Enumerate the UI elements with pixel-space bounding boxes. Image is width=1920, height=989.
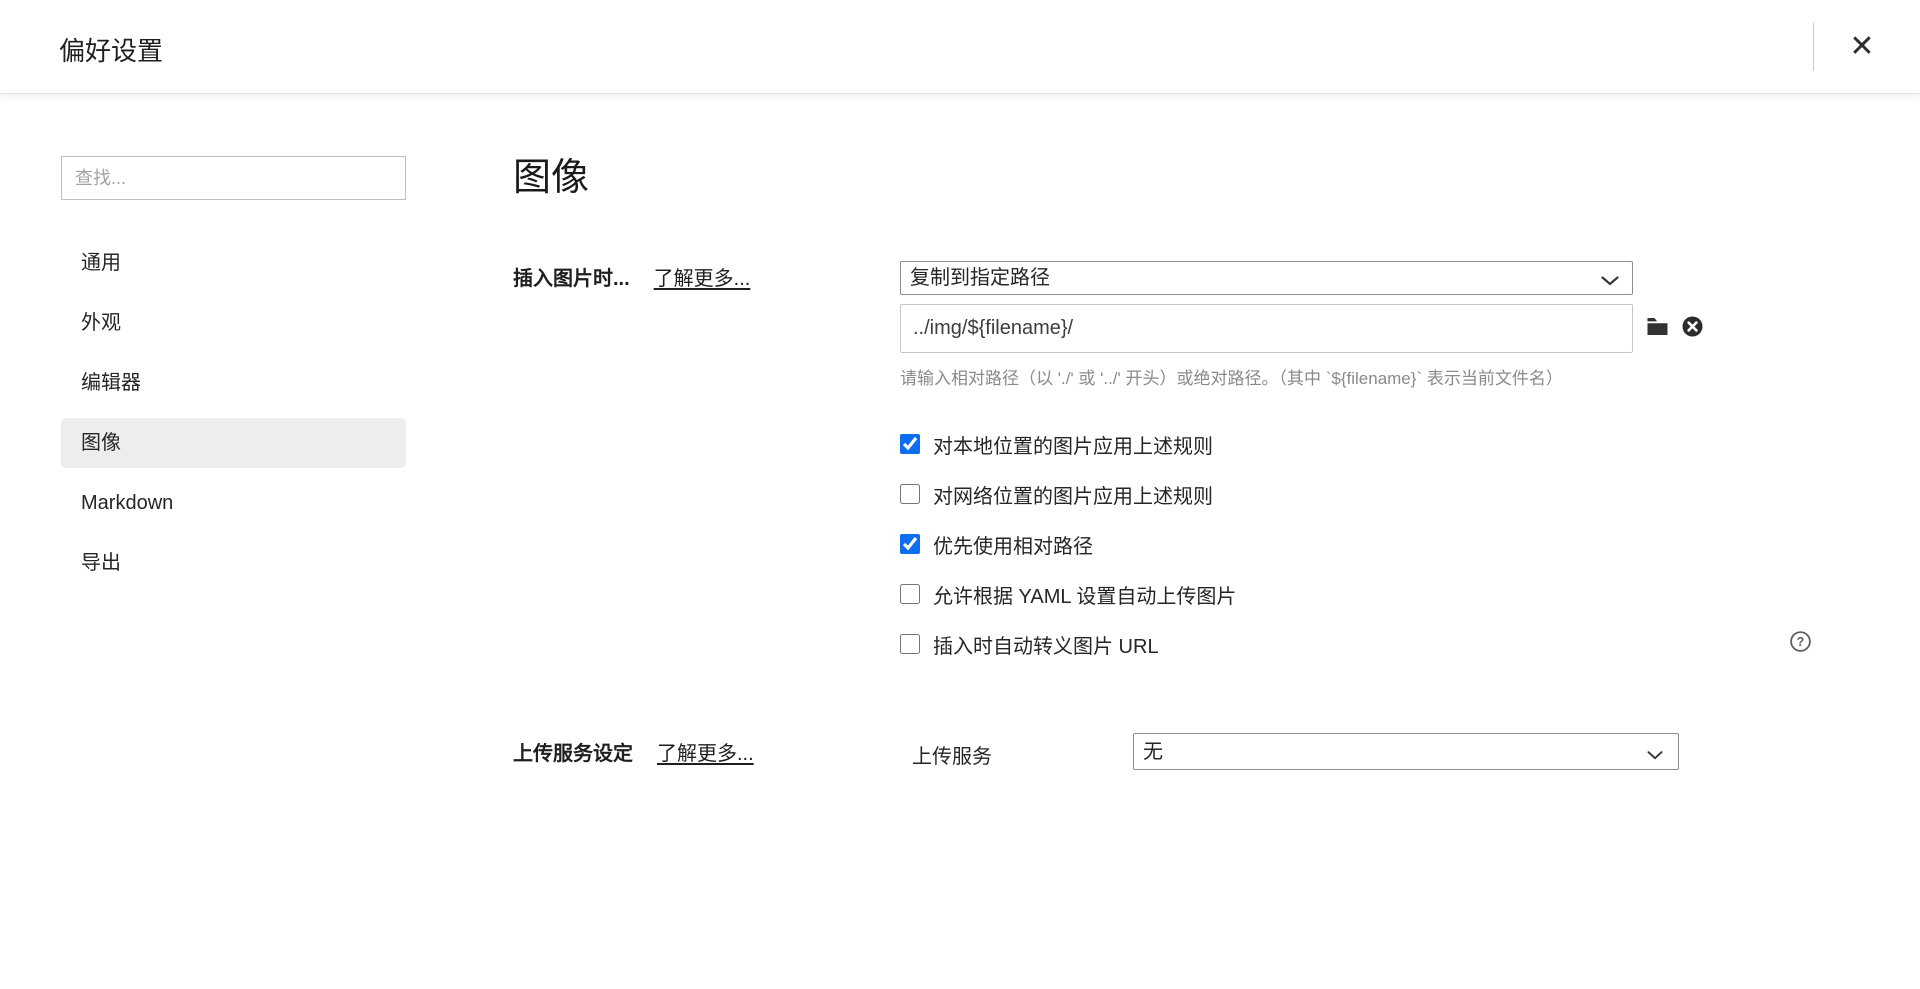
close-icon[interactable]: ✕ xyxy=(1838,22,1886,70)
dialog-header: 偏好设置 ✕ xyxy=(0,0,1920,94)
checkbox-row-escape-url[interactable]: 插入时自动转义图片 URL xyxy=(900,630,1159,658)
sidebar-item-label: Markdown xyxy=(81,492,173,514)
checkbox-row-relative-path[interactable]: 优先使用相对路径 xyxy=(900,530,1093,558)
folder-icon[interactable] xyxy=(1646,316,1669,337)
image-path-input[interactable] xyxy=(900,304,1633,353)
sidebar-item-label: 通用 xyxy=(81,252,121,274)
sidebar-item-export[interactable]: 导出 xyxy=(61,538,406,588)
clear-circle-x-icon[interactable] xyxy=(1681,315,1704,338)
checkbox-yaml-upload[interactable] xyxy=(900,584,920,604)
upload-service-label: 上传服务 xyxy=(912,740,992,769)
page-title: 图像 xyxy=(513,146,589,201)
header-divider xyxy=(1813,23,1814,71)
checkbox-escape-url[interactable] xyxy=(900,634,920,654)
upload-service-settings-label: 上传服务设定 xyxy=(513,737,633,766)
search-input[interactable] xyxy=(61,156,406,200)
sidebar-item-label: 导出 xyxy=(81,552,121,574)
checkbox-label: 对网络位置的图片应用上述规则 xyxy=(933,480,1213,509)
insert-image-row-labels: 插入图片时... 了解更多... xyxy=(513,262,750,291)
checkbox-row-local-rule[interactable]: 对本地位置的图片应用上述规则 xyxy=(900,430,1213,458)
checkbox-relative-path[interactable] xyxy=(900,534,920,554)
svg-text:?: ? xyxy=(1797,635,1805,649)
preferences-dialog: 偏好设置 ✕ 通用 外观 编辑器 图像 Markdown 导出 图像 插入图片时… xyxy=(0,0,1920,989)
insert-image-label: 插入图片时... xyxy=(513,262,630,291)
sidebar-item-image[interactable]: 图像 xyxy=(61,418,406,468)
sidebar-item-label: 图像 xyxy=(81,432,121,454)
checkbox-network-rule[interactable] xyxy=(900,484,920,504)
checkbox-row-yaml-upload[interactable]: 允许根据 YAML 设置自动上传图片 xyxy=(900,580,1236,608)
checkbox-label: 优先使用相对路径 xyxy=(933,530,1093,559)
checkbox-local-rule[interactable] xyxy=(900,434,920,454)
sidebar-item-general[interactable]: 通用 xyxy=(61,238,406,288)
upload-service-row-labels: 上传服务设定 了解更多... xyxy=(513,737,754,766)
checkbox-row-network-rule[interactable]: 对网络位置的图片应用上述规则 xyxy=(900,480,1213,508)
dialog-title: 偏好设置 xyxy=(59,31,163,68)
path-hint-text: 请输入相对路径（以 './' 或 '../' 开头）或绝对路径。（其中 `${f… xyxy=(900,364,1563,389)
checkbox-label: 对本地位置的图片应用上述规则 xyxy=(933,430,1213,459)
checkbox-label: 允许根据 YAML 设置自动上传图片 xyxy=(933,580,1236,609)
help-question-icon[interactable]: ? xyxy=(1789,630,1812,653)
upload-learn-more-link[interactable]: 了解更多... xyxy=(657,737,754,766)
image-action-select[interactable]: 复制到指定路径 xyxy=(900,261,1633,295)
upload-service-select[interactable]: 无 xyxy=(1133,733,1679,770)
sidebar-item-appearance[interactable]: 外观 xyxy=(61,298,406,348)
checkbox-label: 插入时自动转义图片 URL xyxy=(933,630,1159,659)
insert-learn-more-link[interactable]: 了解更多... xyxy=(654,262,751,291)
sidebar-item-markdown[interactable]: Markdown xyxy=(61,478,406,528)
sidebar-item-label: 外观 xyxy=(81,312,121,334)
sidebar-item-editor[interactable]: 编辑器 xyxy=(61,358,406,408)
sidebar-item-label: 编辑器 xyxy=(81,372,141,394)
